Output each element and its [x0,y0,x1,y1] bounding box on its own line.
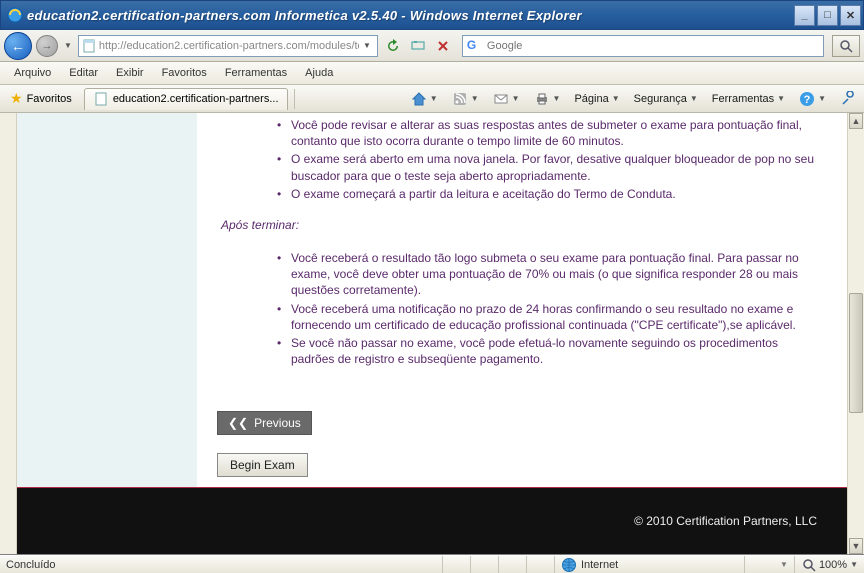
list-item: Você receberá o resultado tão logo subme… [277,250,817,299]
left-gutter [0,113,17,554]
status-cell [471,556,499,573]
previous-button[interactable]: ❮❮ Previous [217,411,312,435]
zoom-dropdown[interactable]: ▼ [850,560,858,569]
print-button[interactable]: ▼ [530,89,565,109]
zoom-icon [801,557,817,573]
web-page: Você pode revisar e alterar as suas resp… [17,113,847,554]
tab-title: education2.certification-partners... [113,93,279,105]
stop-button[interactable] [432,35,454,57]
status-cell [499,556,527,573]
address-dropdown[interactable]: ▼ [359,41,375,50]
google-icon: G [467,38,483,54]
devtools-button[interactable] [836,89,860,109]
search-button[interactable] [832,35,860,57]
zoom-control[interactable]: 100% ▼ [795,557,864,573]
window-titlebar: education2.certification-partners.com In… [0,0,864,30]
list-item: O exame será aberto em uma nova janela. … [277,151,817,183]
menu-arquivo[interactable]: Arquivo [6,64,59,82]
scroll-down-button[interactable]: ▼ [849,538,863,554]
page-icon [81,38,97,54]
security-zone[interactable]: Internet [555,556,745,573]
star-icon: ★ [10,90,23,107]
favorites-bar: ★ Favoritos education2.certification-par… [0,85,864,113]
page-main-column: Você pode revisar e alterar as suas resp… [197,113,847,487]
navigation-bar: ← → ▼ ▼ G [0,30,864,62]
status-cell [527,556,555,573]
menu-ferramentas[interactable]: Ferramentas [217,64,295,82]
list-item: Se você não passar no exame, você pode e… [277,335,817,367]
begin-exam-button[interactable]: Begin Exam [217,453,308,477]
tools-menu[interactable]: Ferramentas▼ [708,91,789,107]
forward-button[interactable]: → [36,35,58,57]
instruction-list-before: Você pode revisar e alterar as suas resp… [277,117,817,202]
security-menu[interactable]: Segurança▼ [630,91,702,107]
window-title: education2.certification-partners.com In… [27,8,794,23]
page-menu[interactable]: Página▼ [570,91,623,107]
home-button[interactable]: ▼ [407,89,442,109]
zone-label: Internet [581,559,618,571]
maximize-button[interactable]: □ [817,5,838,26]
feeds-button[interactable]: ▼ [448,89,483,109]
previous-label: Previous [254,416,301,430]
browser-tab[interactable]: education2.certification-partners... [84,88,288,110]
favorites-button[interactable]: ★ Favoritos [4,87,78,110]
separator [294,89,295,109]
status-cell [443,556,471,573]
scroll-up-button[interactable]: ▲ [849,113,863,129]
minimize-button[interactable]: _ [794,5,815,26]
globe-icon [561,557,577,573]
help-button[interactable]: ?▼ [795,89,830,109]
address-bar[interactable]: ▼ [78,35,378,57]
protected-mode-cell[interactable]: ▼ [745,556,795,573]
refresh-button[interactable] [382,35,404,57]
list-item: Você receberá uma notificação no prazo d… [277,301,817,333]
favorites-label: Favoritos [27,93,72,105]
page-left-column [17,113,197,487]
menu-exibir[interactable]: Exibir [108,64,152,82]
menu-bar: Arquivo Editar Exibir Favoritos Ferramen… [0,62,864,85]
mail-button[interactable]: ▼ [489,89,524,109]
instruction-list-after: Você receberá o resultado tão logo subme… [277,250,817,367]
url-input[interactable] [99,40,359,52]
search-box[interactable]: G [462,35,824,57]
menu-editar[interactable]: Editar [61,64,106,82]
list-item: O exame começará a partir da leitura e a… [277,186,817,202]
content-viewport: Você pode revisar e alterar as suas resp… [0,113,864,555]
vertical-scrollbar[interactable]: ▲ ▼ [847,113,864,554]
status-text: Concluído [0,556,443,573]
page-footer: © 2010 Certification Partners, LLC [17,488,847,554]
compat-view-button[interactable] [407,35,429,57]
back-button[interactable]: ← [4,32,32,60]
search-input[interactable] [487,40,819,52]
chevron-left-icon: ❮❮ [228,416,248,430]
scroll-thumb[interactable] [849,293,863,413]
svg-text:?: ? [804,94,811,106]
status-bar: Concluído Internet ▼ 100% ▼ [0,555,864,573]
page-icon [93,91,109,107]
close-button[interactable]: ✕ [840,5,861,26]
list-item: Você pode revisar e alterar as suas resp… [277,117,817,149]
chevron-icon: ▼ [780,560,788,569]
menu-ajuda[interactable]: Ajuda [297,64,341,82]
menu-favoritos[interactable]: Favoritos [154,64,215,82]
ie-icon [7,7,23,23]
nav-history-dropdown[interactable]: ▼ [62,41,74,50]
section-title: Após terminar: [221,218,817,232]
zoom-value: 100% [819,559,847,571]
